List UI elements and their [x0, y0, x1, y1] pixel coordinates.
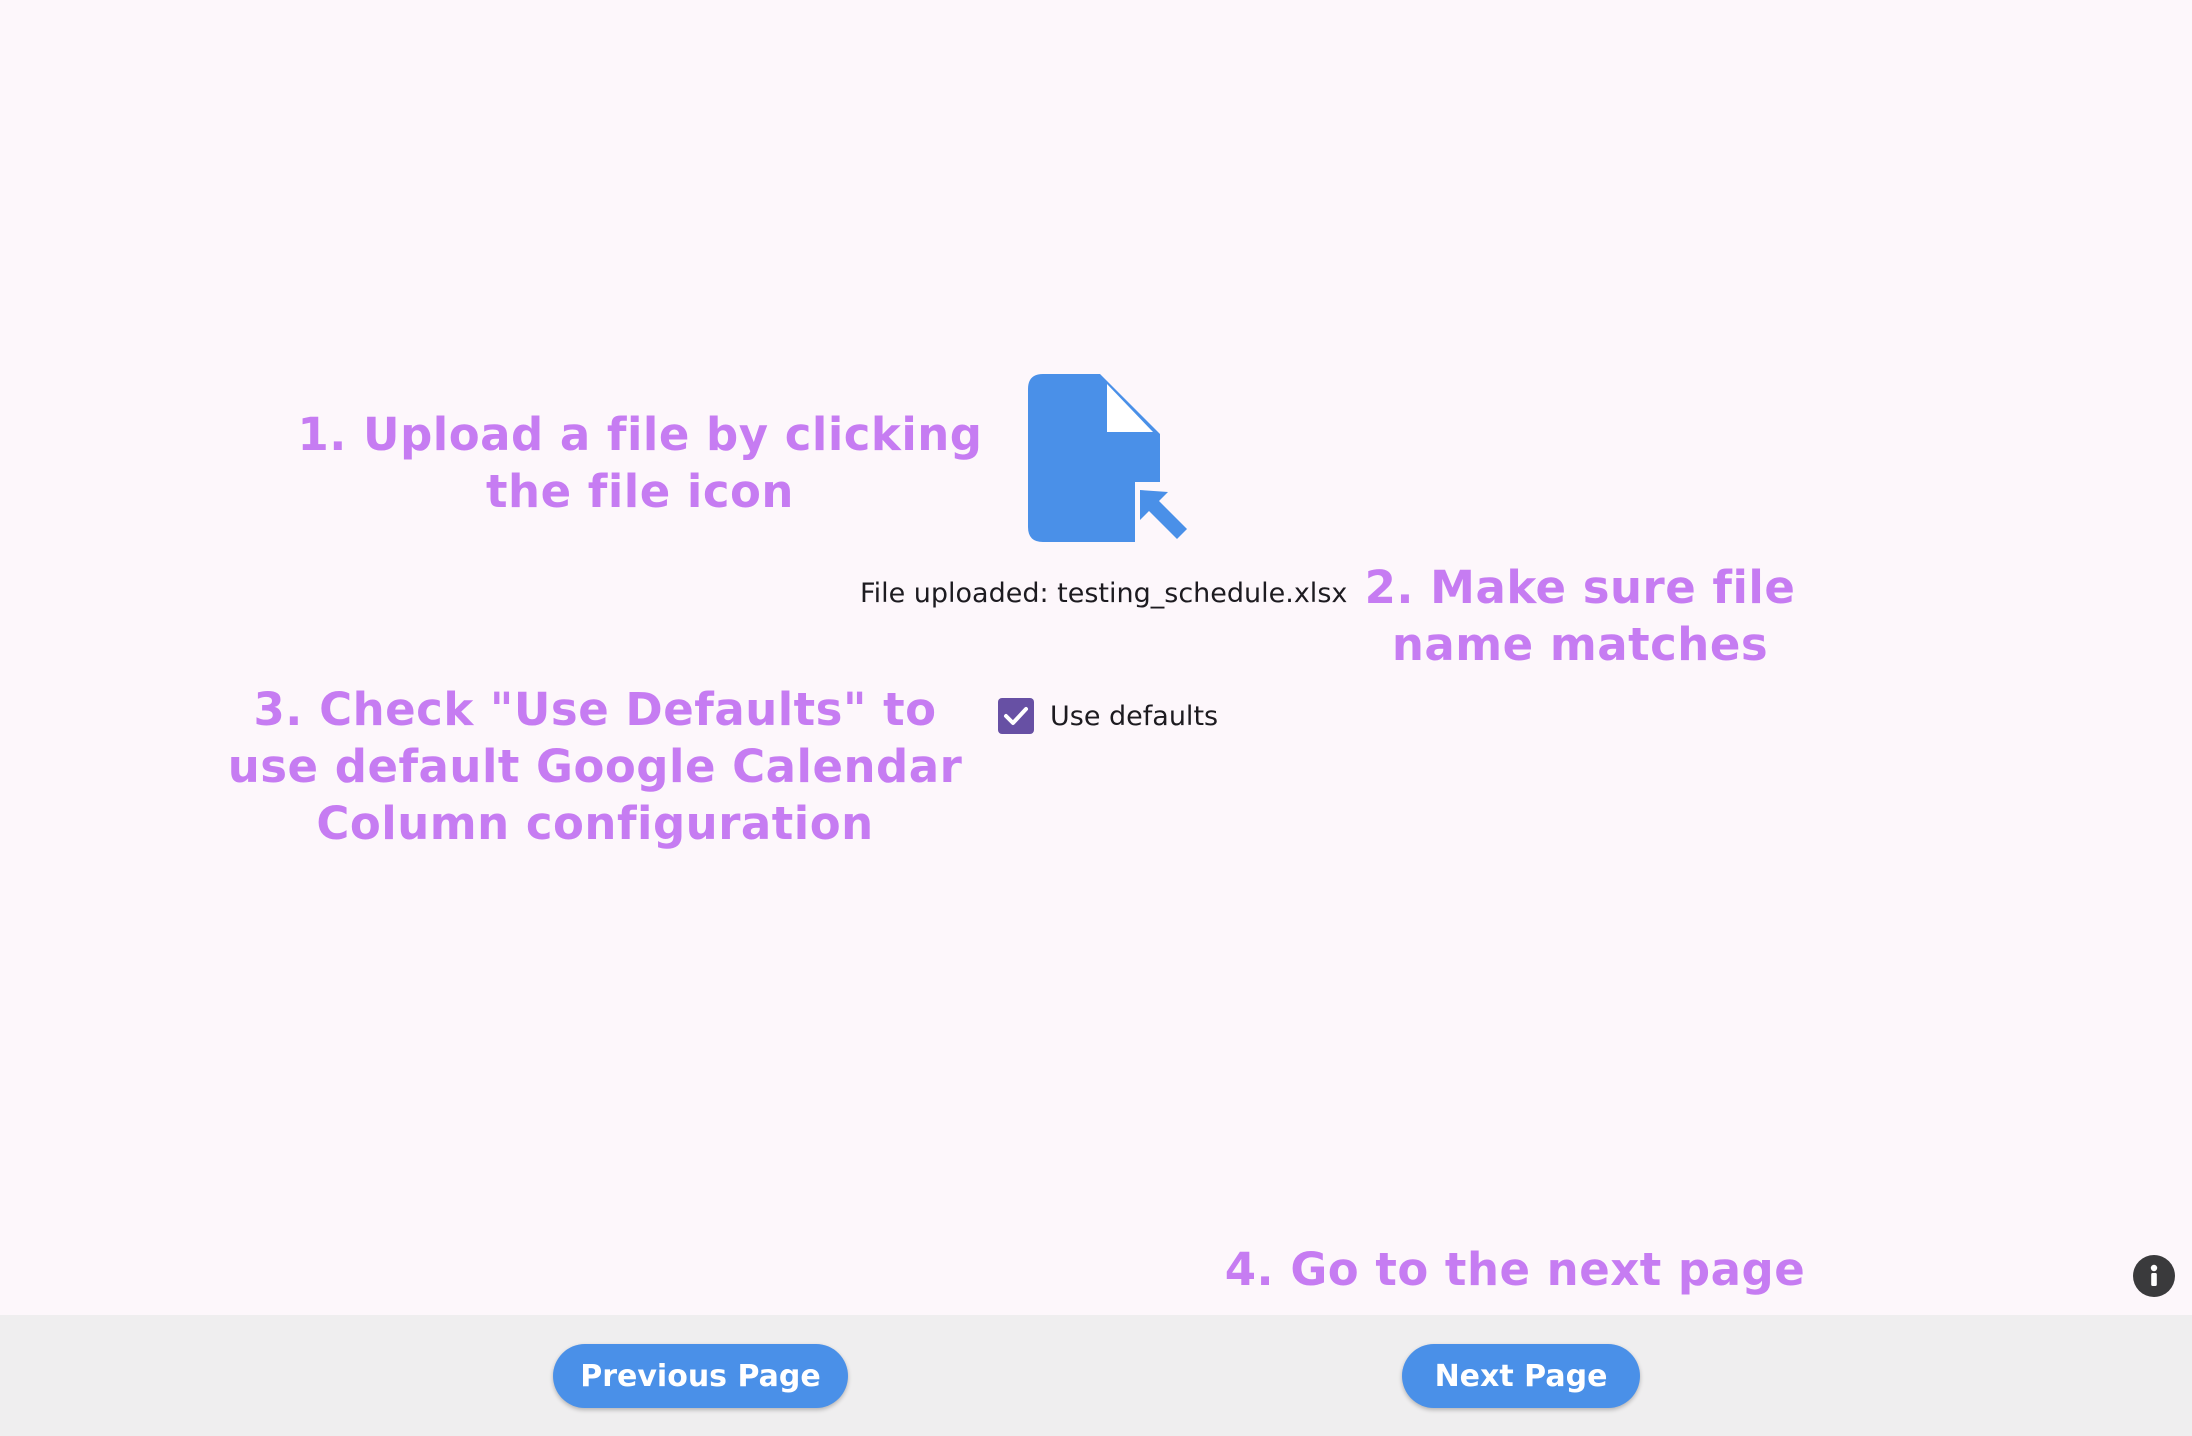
checkmark-icon [1004, 707, 1028, 725]
use-defaults-option[interactable]: Use defaults [998, 697, 1218, 735]
main-content: 1. Upload a file by clicking the file ic… [0, 0, 2192, 1315]
annotation-step-3-line-2: use default Google Calendar [227, 740, 963, 793]
previous-page-button[interactable]: Previous Page [553, 1344, 848, 1408]
annotation-step-3: 3. Check "Use Defaults" to use default G… [210, 681, 980, 852]
annotation-step-1: 1. Upload a file by clicking the file ic… [290, 406, 990, 520]
next-page-button[interactable]: Next Page [1402, 1344, 1640, 1408]
bottom-navigation-bar [0, 1315, 2192, 1436]
file-uploaded-status: File uploaded: testing_schedule.xlsx [860, 578, 1348, 609]
annotation-step-4: 4. Go to the next page [1200, 1241, 1830, 1298]
annotation-step-2-line-1: 2. Make sure file [1364, 561, 1796, 614]
annotation-step-2-line-2: name matches [1391, 618, 1769, 671]
info-icon[interactable] [2133, 1255, 2175, 1297]
annotation-step-1-line-1: 1. Upload a file by clicking [297, 408, 983, 461]
file-upload-icon[interactable] [1025, 372, 1195, 547]
use-defaults-label: Use defaults [1050, 700, 1219, 732]
annotation-step-2: 2. Make sure file name matches [1350, 559, 1810, 673]
use-defaults-checkbox[interactable] [998, 698, 1034, 734]
annotation-step-4-line-1: 4. Go to the next page [1224, 1243, 1806, 1296]
annotation-step-3-line-3: Column configuration [316, 797, 874, 850]
annotation-step-1-line-2: the file icon [486, 465, 794, 518]
annotation-step-3-line-1: 3. Check "Use Defaults" to [253, 683, 937, 736]
